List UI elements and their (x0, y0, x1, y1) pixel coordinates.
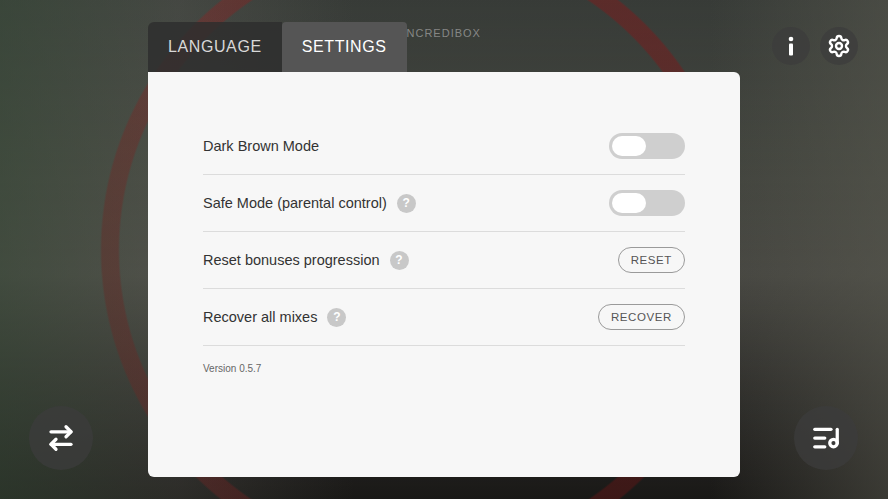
setting-row: Reset bonuses progression? RESET (203, 232, 685, 289)
setting-label-group: Recover all mixes? (203, 308, 346, 327)
version-text: Version 0.5.7 (203, 363, 685, 374)
setting-button[interactable]: RESET (618, 247, 685, 273)
game-screen: LANGUAGESETTINGSNCREDIBOXDark Brown Mode… (0, 0, 888, 499)
setting-label-group: Safe Mode (parental control)? (203, 194, 416, 213)
info-icon (787, 36, 795, 56)
switch-button[interactable] (29, 406, 93, 470)
setting-label: Reset bonuses progression (203, 252, 380, 268)
setting-label-group: Reset bonuses progression? (203, 251, 409, 270)
toggle-knob (612, 136, 646, 156)
toggle-switch[interactable] (609, 133, 685, 159)
settings-panel: Dark Brown Mode Safe Mode (parental contr… (148, 72, 740, 477)
info-button[interactable] (772, 27, 810, 65)
gear-icon (827, 34, 851, 58)
toggle-knob (612, 193, 646, 213)
header-title: NCREDIBOX (407, 27, 481, 72)
setting-row: Safe Mode (parental control)? (203, 175, 685, 232)
setting-label-group: Dark Brown Mode (203, 138, 319, 154)
playlist-button[interactable] (794, 406, 858, 470)
settings-dialog: LANGUAGESETTINGSNCREDIBOXDark Brown Mode… (0, 0, 888, 499)
setting-button[interactable]: RECOVER (598, 304, 685, 330)
setting-label: Dark Brown Mode (203, 138, 319, 154)
help-icon[interactable]: ? (390, 251, 409, 270)
music-list-icon (811, 423, 841, 453)
help-icon[interactable]: ? (327, 308, 346, 327)
settings-button[interactable] (820, 27, 858, 65)
setting-row: Recover all mixes? RECOVER (203, 289, 685, 346)
swap-arrows-icon (46, 423, 76, 453)
setting-label: Recover all mixes (203, 309, 317, 325)
setting-label: Safe Mode (parental control) (203, 195, 387, 211)
toggle-switch[interactable] (609, 190, 685, 216)
setting-row: Dark Brown Mode (203, 118, 685, 175)
help-icon[interactable]: ? (397, 194, 416, 213)
tab[interactable]: SETTINGS (282, 22, 407, 72)
tab[interactable]: LANGUAGE (148, 22, 282, 72)
